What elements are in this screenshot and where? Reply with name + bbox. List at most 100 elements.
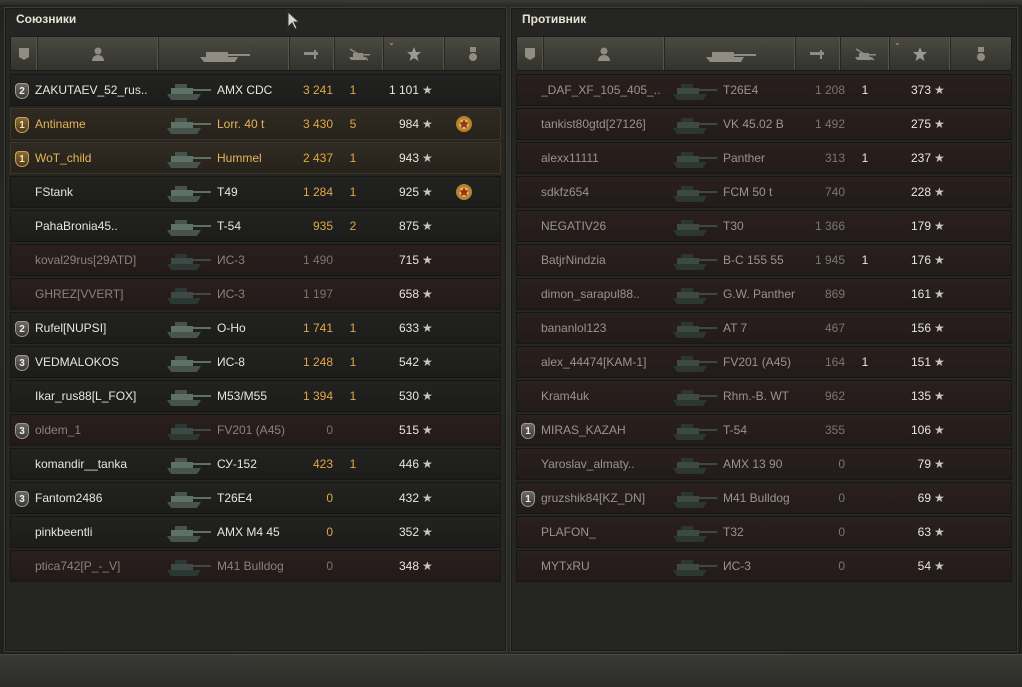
damage-value: 962 <box>824 389 845 403</box>
sort-player-column[interactable] <box>544 37 665 70</box>
player-row[interactable]: BatjrNindzia B-C 155 55 1 945 1 176 ★ <box>516 244 1012 276</box>
sort-xp-column[interactable]: ⌄ <box>890 37 951 70</box>
player-row[interactable]: Ikar_rus88[L_FOX] M53/M55 1 394 1 530 ★ <box>10 380 501 412</box>
sort-medal-column[interactable] <box>445 37 500 70</box>
player-name[interactable]: NEGATIV26 <box>541 211 675 241</box>
player-name[interactable]: bananlol123 <box>541 313 675 343</box>
tank-icon <box>167 560 211 576</box>
player-name[interactable]: FStank <box>35 177 169 207</box>
badge-cell: 1 <box>521 415 541 445</box>
rank-badge-icon: 2 <box>15 321 29 337</box>
sort-medal-column[interactable] <box>951 37 1011 70</box>
sort-player-column[interactable] <box>38 37 159 70</box>
medal-cell <box>454 415 484 445</box>
player-row[interactable]: bananlol123 AT 7 467 156 ★ <box>516 312 1012 344</box>
player-name[interactable]: GHREZ[VVERT] <box>35 279 169 309</box>
sort-xp-column[interactable]: ⌄ <box>384 37 445 70</box>
player-row[interactable]: 2 Rufel[NUPSI] O-Ho 1 741 1 633 ★ <box>10 312 501 344</box>
xp-value: 156 <box>910 321 931 335</box>
player-name[interactable]: alex_44474[KAM-1] <box>541 347 675 377</box>
player-row[interactable]: FStank T49 1 284 1 925 ★ <box>10 176 501 208</box>
player-name[interactable]: MIRAS_KAZAH <box>541 415 675 445</box>
vehicle-image <box>161 483 213 513</box>
player-row[interactable]: 1 MIRAS_KAZAH T-54 355 106 ★ <box>516 414 1012 446</box>
player-name[interactable]: sdkfz654 <box>541 177 675 207</box>
vehicle-image <box>667 381 719 411</box>
sort-badge-column[interactable] <box>11 37 38 70</box>
player-name[interactable]: tankist80gtd[27126] <box>541 109 675 139</box>
player-name[interactable]: Yaroslav_almaty.. <box>541 449 675 479</box>
medal-cell <box>454 279 484 309</box>
player-row[interactable]: 2 ZAKUTAEV_52_rus.. AMX CDC 3 241 1 1 101 ★ <box>10 74 501 106</box>
badge-cell <box>15 177 35 207</box>
tank-icon <box>167 254 211 270</box>
player-row[interactable]: pinkbeentli AMX M4 45 0 352 ★ <box>10 516 501 548</box>
player-row[interactable]: koval29rus[29ATD] ИС-3 1 490 715 ★ <box>10 244 501 276</box>
player-name[interactable]: _DAF_XF_105_405_.. <box>541 75 675 105</box>
player-row[interactable]: PahaBronia45.. T-54 935 2 875 ★ <box>10 210 501 242</box>
medal-icon <box>456 184 472 200</box>
vehicle-image <box>161 143 213 173</box>
player-name[interactable]: Antiname <box>35 109 169 139</box>
damage-value: 3 430 <box>302 117 333 131</box>
vehicle-image <box>161 245 213 275</box>
player-name[interactable]: Fantom2486 <box>35 483 169 513</box>
player-row[interactable]: Yaroslav_almaty.. AMX 13 90 0 79 ★ <box>516 448 1012 480</box>
sort-damage-column[interactable] <box>290 37 335 70</box>
player-name[interactable]: gruzshik84[KZ_DN] <box>541 483 675 513</box>
player-name[interactable]: ptica742[P_-_V] <box>35 551 169 581</box>
badge-cell <box>521 347 541 377</box>
player-row[interactable]: alexx11111 Panther 313 1 237 ★ <box>516 142 1012 174</box>
player-row[interactable]: 1 WoT_child Hummel 2 437 1 943 ★ <box>10 142 501 174</box>
player-row[interactable]: MYTxRU ИС-3 0 54 ★ <box>516 550 1012 582</box>
damage-value: 935 <box>312 219 333 233</box>
sort-vehicle-column[interactable] <box>665 37 796 70</box>
player-row[interactable]: 1 Antiname Lorr. 40 t3 430 5 984 ★ <box>10 108 501 140</box>
player-name[interactable]: PahaBronia45.. <box>35 211 169 241</box>
player-row[interactable]: 1 gruzshik84[KZ_DN] M41 Bulldog 0 69 ★ <box>516 482 1012 514</box>
player-row[interactable]: 3 oldem_1 FV201 (A45) 0 515 ★ <box>10 414 501 446</box>
player-name[interactable]: dimon_sarapul88.. <box>541 279 675 309</box>
player-name[interactable]: komandir__tanka <box>35 449 169 479</box>
player-row[interactable]: ptica742[P_-_V] M41 Bulldog 0 348 ★ <box>10 550 501 582</box>
sort-frags-column[interactable] <box>335 37 384 70</box>
sort-damage-column[interactable] <box>796 37 841 70</box>
damage-value: 2 437 <box>302 151 333 165</box>
player-row[interactable]: dimon_sarapul88.. G.W. Panther 869 161 ★ <box>516 278 1012 310</box>
player-row[interactable]: 3 Fantom2486 T26E4 0 432 ★ <box>10 482 501 514</box>
player-name[interactable]: WoT_child <box>35 143 169 173</box>
player-row[interactable]: tankist80gtd[27126] VK 45.02 B1 492 275 ★ <box>516 108 1012 140</box>
player-name[interactable]: Rufel[NUPSI] <box>35 313 169 343</box>
frags-value <box>853 313 877 343</box>
player-row[interactable]: alex_44474[KAM-1] FV201 (A45) 164 1 151 ★ <box>516 346 1012 378</box>
tank-icon <box>673 322 717 338</box>
medal-cell <box>454 551 484 581</box>
player-name[interactable]: VEDMALOKOS <box>35 347 169 377</box>
player-name[interactable]: ZAKUTAEV_52_rus.. <box>35 75 169 105</box>
star-icon: ★ <box>422 457 433 471</box>
player-row[interactable]: GHREZ[VVERT] ИС-3 1 197 658 ★ <box>10 278 501 310</box>
player-name[interactable]: Ikar_rus88[L_FOX] <box>35 381 169 411</box>
player-name[interactable]: oldem_1 <box>35 415 169 445</box>
player-row[interactable]: NEGATIV26 T30 1 366 179 ★ <box>516 210 1012 242</box>
player-name[interactable]: BatjrNindzia <box>541 245 675 275</box>
medal-cell <box>960 109 990 139</box>
player-row[interactable]: 3 VEDMALOKOS ИС-8 1 248 1 542 ★ <box>10 346 501 378</box>
xp-value: 542 <box>398 355 419 369</box>
player-name[interactable]: PLAFON_ <box>541 517 675 547</box>
tank-icon <box>673 458 717 474</box>
player-name[interactable]: MYTxRU <box>541 551 675 581</box>
player-row[interactable]: sdkfz654 FCM 50 t 740 228 ★ <box>516 176 1012 208</box>
player-name[interactable]: alexx11111 <box>541 143 675 173</box>
player-name[interactable]: pinkbeentli <box>35 517 169 547</box>
tank-icon <box>673 186 717 202</box>
player-name[interactable]: Kram4uk <box>541 381 675 411</box>
sort-frags-column[interactable] <box>841 37 890 70</box>
sort-badge-column[interactable] <box>517 37 544 70</box>
sort-vehicle-column[interactable] <box>159 37 290 70</box>
player-row[interactable]: PLAFON_ T32 0 63 ★ <box>516 516 1012 548</box>
player-row[interactable]: komandir__tanka СУ-152 423 1 446 ★ <box>10 448 501 480</box>
player-row[interactable]: Kram4uk Rhm.-B. WT 962 135 ★ <box>516 380 1012 412</box>
player-row[interactable]: _DAF_XF_105_405_.. T26E4 1 208 1 373 ★ <box>516 74 1012 106</box>
player-name[interactable]: koval29rus[29ATD] <box>35 245 169 275</box>
